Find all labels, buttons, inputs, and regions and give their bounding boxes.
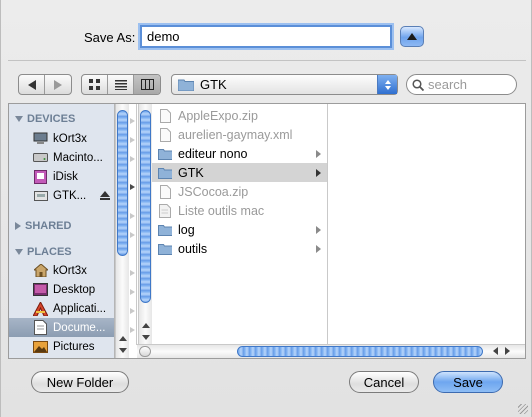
sidebar-scroll-thumb[interactable] <box>117 110 128 256</box>
sidebar-item-computer[interactable]: kOrt3x <box>9 129 114 148</box>
list-item[interactable]: editeur nono <box>152 144 327 163</box>
list-item[interactable]: AppleExpo.zip <box>152 106 327 125</box>
scroll-left-icon <box>492 347 498 355</box>
documents-icon <box>33 320 48 335</box>
applications-icon <box>33 301 48 316</box>
cancel-button[interactable]: Cancel <box>349 371 419 393</box>
folder-icon <box>158 147 172 161</box>
list-item[interactable]: outils <box>152 239 327 258</box>
sidebar-item-desktop[interactable]: Desktop <box>9 280 114 299</box>
collapse-dialog-button[interactable] <box>400 26 424 47</box>
sidebar-item-idisk[interactable]: iDisk <box>9 167 114 186</box>
folder-icon <box>178 79 194 91</box>
disk-image-icon <box>33 188 48 203</box>
scroll-up-icon <box>142 322 150 328</box>
scroll-right-icon <box>504 347 510 355</box>
scroll-right-button[interactable] <box>502 346 512 356</box>
icon-view-button[interactable] <box>82 75 108 94</box>
document-icon <box>158 127 172 142</box>
folder-path-popup[interactable]: GTK <box>171 74 398 95</box>
popup-arrows-icon <box>377 75 397 94</box>
sidebar-header-shared[interactable]: SHARED <box>15 220 71 232</box>
save-as-label: Save As: <box>84 30 136 45</box>
resize-grip-icon[interactable] <box>518 404 528 414</box>
sidebar-header-devices[interactable]: DEVICES <box>15 113 75 125</box>
scroll-down-icon <box>142 334 150 340</box>
divider <box>8 60 526 61</box>
save-button[interactable]: Save <box>433 371 503 393</box>
sidebar: DEVICES kOrt3x Macinto... iDisk GTK... S… <box>9 104 115 358</box>
parent-column <box>129 104 137 345</box>
column-view-icon <box>140 79 154 90</box>
disclosure-expanded-icon <box>15 249 23 255</box>
scroll-down-icon <box>119 347 127 353</box>
list-view-icon <box>114 79 127 90</box>
file-browser: DEVICES kOrt3x Macinto... iDisk GTK... S… <box>8 103 526 359</box>
scroll-left-button[interactable] <box>490 346 500 356</box>
documents-column: AppleExpo.zip aurelien-gaymay.xml editeu… <box>152 104 328 345</box>
folder-icon <box>158 166 172 180</box>
chevron-right-icon <box>316 169 321 177</box>
scroll-up-button[interactable] <box>118 333 128 343</box>
history-nav <box>18 74 72 95</box>
back-arrow-icon <box>27 79 36 90</box>
view-mode-selector <box>81 74 161 95</box>
forward-button[interactable] <box>45 75 71 94</box>
chevron-right-icon <box>316 245 321 253</box>
list-item[interactable]: log <box>152 220 327 239</box>
icon-view-icon <box>89 79 100 90</box>
disclosure-collapsed-icon <box>15 222 21 230</box>
desktop-icon <box>33 282 48 297</box>
sidebar-item-home[interactable]: kOrt3x <box>9 261 114 280</box>
current-folder-label: GTK <box>200 77 227 92</box>
horizontal-scroll-thumb[interactable] <box>237 346 483 357</box>
hard-drive-icon <box>33 150 48 165</box>
eject-icon[interactable] <box>100 191 110 200</box>
pictures-icon <box>33 339 48 354</box>
sidebar-item-pictures[interactable]: Pictures <box>9 337 114 356</box>
list-item[interactable]: GTK <box>152 163 327 182</box>
chevron-right-icon <box>316 150 321 158</box>
scroll-left-cap <box>139 346 151 357</box>
search-field[interactable] <box>406 74 517 95</box>
triangle-up-icon <box>407 33 417 40</box>
idisk-icon <box>33 169 48 184</box>
filename-field[interactable] <box>140 25 392 48</box>
sidebar-header-places[interactable]: PLACES <box>15 246 72 258</box>
scroll-down-button[interactable] <box>118 345 128 355</box>
folder-icon <box>158 242 172 256</box>
sidebar-item-macintosh-hd[interactable]: Macinto... <box>9 148 114 167</box>
search-input[interactable] <box>428 77 508 92</box>
sidebar-scrollbar[interactable] <box>115 104 129 358</box>
scroll-down-button[interactable] <box>141 332 151 342</box>
list-item[interactable]: aurelien-gaymay.xml <box>152 125 327 144</box>
document-icon <box>158 108 172 123</box>
list-item[interactable]: Liste outils mac <box>152 201 327 220</box>
sidebar-item-gtk-disk[interactable]: GTK... <box>9 186 114 205</box>
list-item[interactable]: JSCocoa.zip <box>152 182 327 201</box>
chevron-right-icon <box>316 226 321 234</box>
home-icon <box>33 263 48 278</box>
computer-icon <box>33 131 48 146</box>
column-scrollbar[interactable] <box>138 104 152 345</box>
new-folder-button[interactable]: New Folder <box>31 371 129 393</box>
document-icon <box>158 184 172 199</box>
gtk-column <box>329 104 525 345</box>
save-dialog: Save As: demo GTK search DEVICES kOrt3x … <box>0 0 532 417</box>
disclosure-expanded-icon <box>15 116 23 122</box>
sidebar-item-documents[interactable]: Docume... <box>9 318 114 337</box>
forward-arrow-icon <box>54 79 62 90</box>
folder-icon <box>158 223 172 237</box>
column-scroll-thumb[interactable] <box>140 110 151 303</box>
column-view-button[interactable] <box>134 75 160 94</box>
search-icon <box>412 78 424 91</box>
back-button[interactable] <box>19 75 45 94</box>
list-view-button[interactable] <box>108 75 134 94</box>
horizontal-scrollbar[interactable] <box>137 344 525 358</box>
sidebar-item-applications[interactable]: Applicati... <box>9 299 114 318</box>
scroll-up-icon <box>119 335 127 341</box>
document-icon <box>158 203 172 218</box>
scroll-up-button[interactable] <box>141 320 151 330</box>
